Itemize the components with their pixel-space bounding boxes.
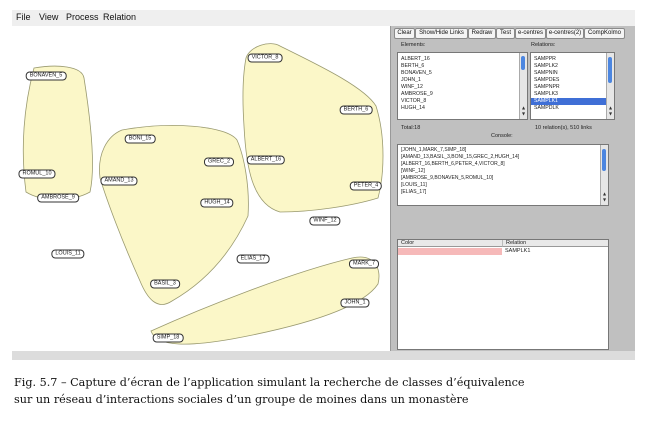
node-peter[interactable]: PETER_4 [349, 181, 383, 191]
show-hide-links-button[interactable]: Show/Hide Links [415, 28, 468, 39]
node-winf[interactable]: WINF_12 [309, 216, 341, 226]
node-elias[interactable]: ELIAS_17 [236, 254, 270, 264]
menu-bar: File View Process Relation [12, 10, 635, 26]
list-item[interactable]: JOHN_1 [398, 77, 527, 84]
control-panel: Clear Show/Hide Links Redraw Test e-cent… [391, 26, 635, 351]
scroll-up-arrow-icon[interactable]: ▲ [607, 105, 614, 110]
scroll-down-arrow-icon[interactable]: ▼ [601, 197, 608, 202]
console-line: [AMAND_13,BASIL_3,BONI_15,GREC_2,HUGH_14… [401, 154, 520, 160]
relations-scrollbar[interactable]: ▲ ▼ [606, 53, 614, 119]
console-scroll-thumb[interactable] [602, 149, 606, 171]
list-item[interactable]: SAMPLK1 [531, 98, 614, 105]
compkolmo-button[interactable]: CompKolmo [584, 28, 625, 39]
console-line: [ELIAS_17] [401, 189, 427, 195]
elements-scrollbar[interactable]: ▲ ▼ [519, 53, 527, 119]
relation-color-table[interactable]: Color Relation SAMPLK1 [397, 239, 609, 350]
node-simp[interactable]: SIMP_18 [152, 333, 184, 343]
cluster-layer [22, 43, 384, 345]
table-header-relation[interactable]: Relation [502, 240, 608, 247]
menu-process[interactable]: Process [66, 12, 99, 22]
list-item[interactable]: ALBERT_16 [398, 56, 527, 63]
node-hugh[interactable]: HUGH_14 [200, 198, 234, 208]
menu-file[interactable]: File [16, 12, 31, 22]
console-scrollbar[interactable]: ▲ ▼ [600, 145, 608, 205]
node-ambrose[interactable]: AMBROSE_9 [37, 193, 79, 203]
console-label: Console: [491, 133, 513, 139]
list-item[interactable]: AMBROSE_9 [398, 91, 527, 98]
list-item[interactable]: BONAVEN_5 [398, 70, 527, 77]
node-grec[interactable]: GREC_2 [203, 157, 235, 167]
node-victor[interactable]: VICTOR_8 [247, 53, 283, 63]
list-item[interactable]: SAMPPR [531, 56, 614, 63]
node-mark[interactable]: MARK_7 [348, 259, 380, 269]
relations-status: 10 relation(s), 510 links [535, 125, 592, 131]
node-bonaven[interactable]: BONAVEN_5 [25, 71, 67, 81]
relations-label: Relations: [531, 42, 556, 48]
relations-list[interactable]: SAMPPR SAMPLK2 SAMPNIN SAMPDES SAMPNPR SAMPLK… [530, 52, 615, 120]
graph-canvas[interactable]: BONAVEN_5 ROMUL_10 AMBROSE_9 BONI_15 GRE… [12, 26, 391, 351]
figure-caption: Fig. 5.7 – Capture d’écran de l’applicat… [14, 374, 639, 408]
e-centres-button[interactable]: e-centres [515, 28, 546, 39]
list-item[interactable]: SAMPLK2 [531, 63, 614, 70]
console-line: [LOUIS_11] [401, 182, 427, 188]
status-strip [12, 351, 635, 360]
console-line: [ALBERT_16,BERTH_6,PETER_4,VICTOR_8] [401, 161, 505, 167]
list-item[interactable]: BERTH_6 [398, 63, 527, 70]
console-output[interactable]: [JOHN_1,MARK_7,SIMP_18] [AMAND_13,BASIL_3… [397, 144, 609, 206]
menu-relation[interactable]: Relation [103, 12, 136, 22]
list-item[interactable]: SAMPDLK [531, 105, 614, 112]
menu-view[interactable]: View [39, 12, 58, 22]
node-romul[interactable]: ROMUL_10 [18, 169, 56, 179]
node-amand[interactable]: AMAND_13 [100, 176, 138, 186]
color-swatch[interactable] [398, 248, 502, 255]
caption-line-1: Fig. 5.7 – Capture d’écran de l’applicat… [14, 376, 525, 389]
clear-button[interactable]: Clear [394, 28, 415, 39]
table-header-color[interactable]: Color [398, 240, 502, 247]
cluster-bonaven-romul-ambrose [22, 65, 93, 200]
list-item[interactable]: HUGH_14 [398, 105, 527, 112]
node-berth[interactable]: BERTH_6 [339, 105, 373, 115]
cluster-boni-amand [99, 125, 249, 305]
caption-line-2: sur un réseau d’interactions sociales d’… [14, 393, 469, 406]
table-cell-relation[interactable]: SAMPLK1 [502, 248, 608, 255]
elements-scroll-thumb[interactable] [521, 56, 525, 70]
list-item[interactable]: SAMPNIN [531, 70, 614, 77]
e-centres-2-button[interactable]: e-centres(2) [546, 28, 584, 39]
redraw-button[interactable]: Redraw [468, 28, 496, 39]
console-line: [AMBROSE_9,BONAVEN_5,ROMUL_10] [401, 175, 494, 181]
list-item[interactable]: WINF_12 [398, 84, 527, 91]
app-window: File View Process Relation BONAVEN_5 ROM… [12, 10, 635, 360]
node-louis[interactable]: LOUIS_11 [51, 249, 85, 259]
node-basil[interactable]: BASIL_3 [150, 279, 180, 289]
scroll-up-arrow-icon[interactable]: ▲ [520, 105, 527, 110]
list-item[interactable]: SAMPNPR [531, 84, 614, 91]
scroll-down-arrow-icon[interactable]: ▼ [520, 111, 527, 116]
console-line: [JOHN_1,MARK_7,SIMP_18] [401, 147, 467, 153]
total-count: Total:18 [401, 125, 421, 131]
elements-list[interactable]: ALBERT_16 BERTH_6 BONAVEN_5 JOHN_1 WINF_12 AM… [397, 52, 528, 120]
test-button[interactable]: Test [496, 28, 515, 39]
node-albert[interactable]: ALBERT_16 [246, 155, 286, 165]
node-boni[interactable]: BONI_15 [124, 134, 156, 144]
console-line: [WINF_12] [401, 168, 425, 174]
list-item[interactable]: SAMPDES [531, 77, 614, 84]
scroll-up-arrow-icon[interactable]: ▲ [601, 191, 608, 196]
node-john[interactable]: JOHN_1 [340, 298, 370, 308]
elements-label: Elements: [401, 42, 426, 48]
scroll-down-arrow-icon[interactable]: ▼ [607, 111, 614, 116]
list-item[interactable]: SAMPLK3 [531, 91, 614, 98]
relations-scroll-thumb[interactable] [608, 57, 612, 83]
list-item[interactable]: VICTOR_8 [398, 98, 527, 105]
